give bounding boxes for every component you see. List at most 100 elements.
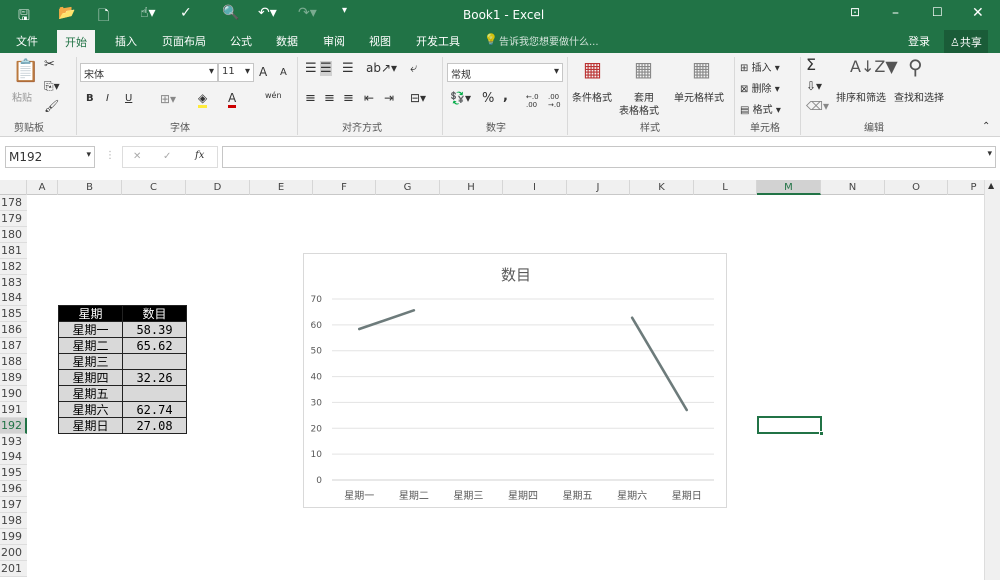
row-header-186[interactable]: 186 — [0, 322, 27, 339]
tab-view[interactable]: 视图 — [369, 33, 391, 49]
maximize-icon[interactable]: ☐ — [932, 5, 943, 19]
weekday-cell[interactable]: 星期五 — [58, 385, 123, 402]
row-header-197[interactable]: 197 — [0, 497, 27, 514]
sort-filter-button[interactable]: 排序和筛选 — [836, 89, 886, 104]
align-center-icon[interactable]: ≡ — [324, 91, 335, 106]
tab-file[interactable]: 文件 — [16, 33, 38, 49]
row-header-190[interactable]: 190 — [0, 385, 27, 402]
align-right-icon[interactable]: ≡ — [343, 91, 354, 106]
line-chart[interactable]: 数目 0 10 20 30 40 50 60 70 星期一 星期二 星期三 星期四 星期五 星期六 星期日 — [303, 253, 727, 508]
column-header-I[interactable]: I — [503, 180, 567, 195]
row-header-185[interactable]: 185 — [0, 306, 27, 323]
fill-icon[interactable]: ⇩▾ — [806, 79, 822, 93]
row-header-188[interactable]: 188 — [0, 354, 27, 370]
comma-button[interactable]: , — [503, 89, 508, 104]
collapse-ribbon-icon[interactable]: ⌃ — [982, 121, 990, 132]
top-align-icon[interactable]: ☰ — [305, 61, 317, 76]
print-preview-icon[interactable]: 🔍 — [222, 5, 239, 21]
row-header-178[interactable]: 178 — [0, 195, 27, 211]
accounting-format-icon[interactable]: 💱▾ — [450, 91, 471, 105]
weekday-cell[interactable]: 星期三 — [58, 353, 123, 370]
shrink-font-button[interactable]: A — [280, 67, 287, 78]
font-name-select[interactable]: 宋体 ▾ — [80, 63, 218, 82]
share-button[interactable]: ♙共享 — [944, 30, 988, 53]
find-select-button[interactable]: 查找和选择 — [894, 89, 944, 104]
save-icon[interactable]: 🖫 — [18, 5, 30, 29]
row-header-179[interactable]: 179 — [0, 210, 27, 227]
column-header-E[interactable]: E — [250, 180, 313, 195]
tab-review[interactable]: 审阅 — [323, 33, 345, 49]
header-cell-weekday[interactable]: 星期 — [58, 305, 123, 322]
format-painter-icon[interactable]: 🖌 — [44, 99, 59, 113]
decrease-decimal-button[interactable]: .00 →.0 — [548, 93, 564, 109]
row-header-199[interactable]: 199 — [0, 528, 27, 545]
cell-styles-icon[interactable]: ▦ — [692, 57, 711, 81]
tab-formulas[interactable]: 公式 — [230, 33, 252, 49]
row-header-184[interactable]: 184 — [0, 290, 27, 307]
grow-font-button[interactable]: A — [259, 65, 267, 79]
paste-icon[interactable]: 📋 — [12, 59, 39, 84]
name-box[interactable]: M192 ▾ — [5, 146, 95, 168]
weekday-cell[interactable]: 星期二 — [58, 337, 123, 354]
minimize-icon[interactable]: – — [892, 5, 899, 21]
copy-icon[interactable]: ⎘▾ — [44, 79, 60, 94]
decrease-indent-icon[interactable]: ⇤ — [364, 91, 374, 105]
formula-input[interactable]: ▾ — [222, 146, 996, 168]
count-cell[interactable] — [122, 385, 187, 402]
row-header-180[interactable]: 180 — [0, 226, 27, 243]
column-header-C[interactable]: C — [122, 180, 186, 195]
cut-icon[interactable]: ✂ — [44, 57, 55, 72]
percent-button[interactable]: % — [482, 91, 494, 106]
font-color-button[interactable]: A — [228, 91, 237, 108]
middle-align-icon[interactable]: ☰ — [320, 61, 332, 76]
row-header-187[interactable]: 187 — [0, 338, 27, 355]
row-header-198[interactable]: 198 — [0, 513, 27, 529]
increase-indent-icon[interactable]: ⇥ — [384, 91, 394, 105]
fill-handle[interactable] — [819, 431, 824, 436]
wrap-text-icon[interactable]: ⤶ — [410, 61, 417, 76]
row-header-191[interactable]: 191 — [0, 401, 27, 418]
open-icon[interactable]: 📂 — [58, 5, 75, 21]
row-header-194[interactable]: 194 — [0, 449, 27, 466]
vertical-scrollbar[interactable]: ▲ — [984, 180, 1000, 580]
increase-decimal-button[interactable]: ←.0 .00 — [526, 93, 542, 109]
column-header-M[interactable]: M — [757, 180, 821, 195]
count-cell[interactable]: 58.39 — [122, 321, 187, 338]
row-header-200[interactable]: 200 — [0, 544, 27, 561]
orientation-icon[interactable]: ab↗▾ — [366, 61, 397, 75]
row-header-181[interactable]: 181 — [0, 242, 27, 259]
font-size-select[interactable]: 11 ▾ — [218, 63, 254, 82]
weekday-cell[interactable]: 星期日 — [58, 417, 123, 434]
redo-icon[interactable]: ↷▾ — [298, 5, 317, 21]
conditional-format-button[interactable]: 条件格式 — [572, 89, 612, 104]
cell-styles-button[interactable]: 单元格样式 — [674, 89, 724, 104]
count-cell[interactable] — [122, 353, 187, 370]
select-all-corner[interactable] — [0, 180, 27, 195]
fill-color-icon[interactable]: ◈ — [198, 91, 208, 108]
tab-data[interactable]: 数据 — [276, 33, 298, 49]
column-header-K[interactable]: K — [630, 180, 694, 195]
column-header-H[interactable]: H — [440, 180, 503, 195]
undo-icon[interactable]: ↶▾ — [258, 5, 277, 21]
conditional-format-icon[interactable]: ▦ — [583, 57, 602, 81]
cancel-button[interactable]: ✕ — [133, 151, 141, 162]
spellcheck-icon[interactable]: ✓ — [180, 5, 192, 21]
merge-center-icon[interactable]: ⊟▾ — [410, 91, 426, 105]
tell-me-search[interactable]: 告诉我您想要做什么... — [499, 33, 599, 48]
row-header-182[interactable]: 182 — [0, 258, 27, 275]
count-cell[interactable]: 65.62 — [122, 337, 187, 354]
paste-button[interactable]: 粘贴 — [12, 89, 32, 104]
insert-function-button[interactable]: fx — [195, 150, 204, 161]
ribbon-display-icon[interactable]: ⊡ — [850, 5, 860, 19]
enter-button[interactable]: ✓ — [163, 151, 171, 162]
login-link[interactable]: 登录 — [908, 33, 930, 49]
column-header-G[interactable]: G — [376, 180, 440, 195]
tab-page-layout[interactable]: 页面布局 — [162, 33, 206, 49]
row-header-195[interactable]: 195 — [0, 465, 27, 482]
row-header-196[interactable]: 196 — [0, 481, 27, 498]
row-header-183[interactable]: 183 — [0, 274, 27, 291]
column-header-F[interactable]: F — [313, 180, 376, 195]
delete-cells-button[interactable]: ⊠ 删除 ▾ — [740, 80, 780, 95]
close-icon[interactable]: ✕ — [972, 5, 984, 21]
weekday-cell[interactable]: 星期四 — [58, 369, 123, 386]
